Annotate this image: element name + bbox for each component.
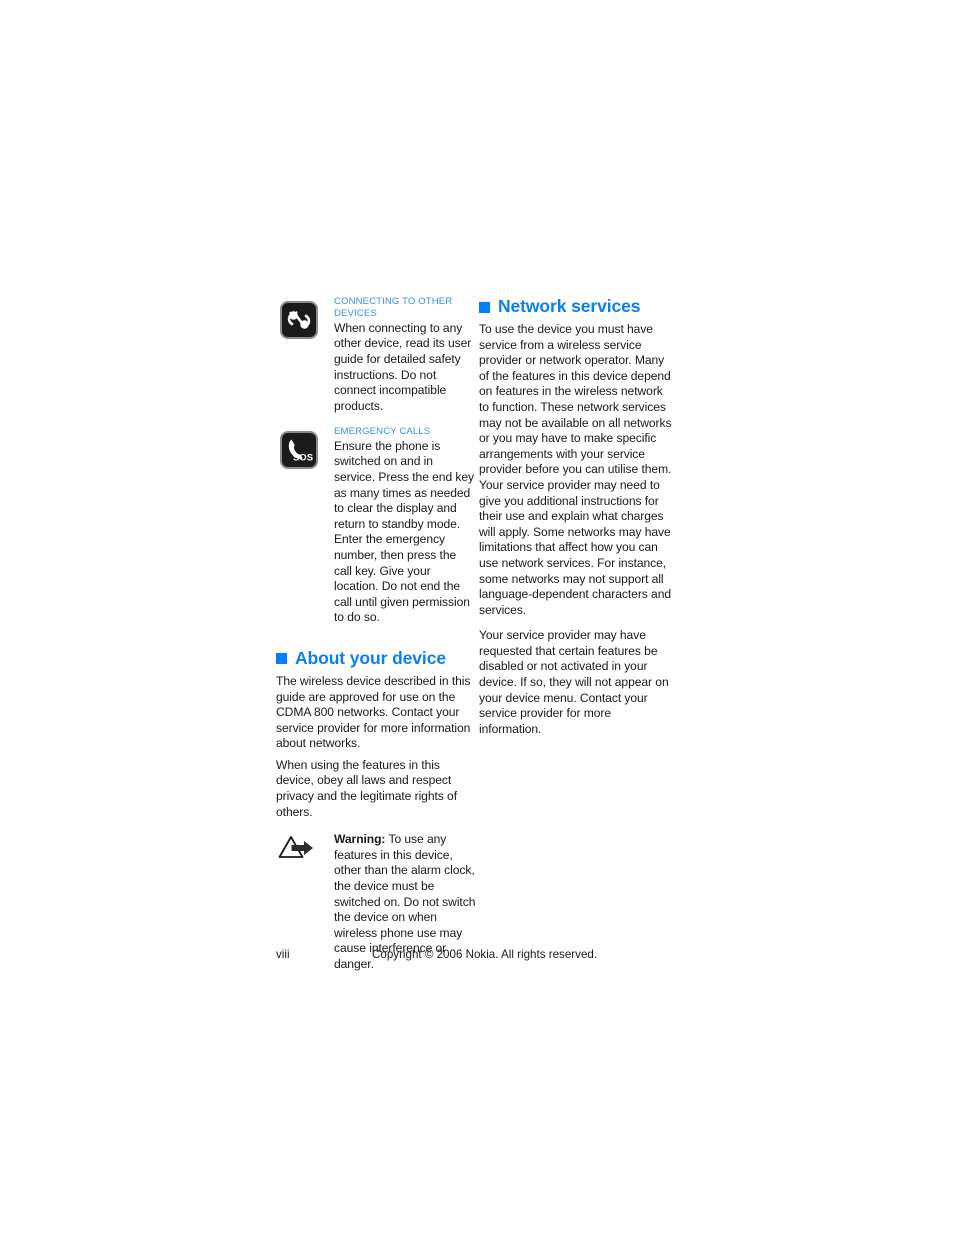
note-connecting-to-other-devices: CONNECTING TO OTHER DEVICES When connect…: [276, 296, 476, 414]
heading-text: About your device: [295, 647, 446, 668]
about-paragraph-1: The wireless device described in this gu…: [276, 673, 471, 751]
right-column: Network services To use the device you m…: [479, 296, 675, 737]
about-paragraph-2: When using the features in this device, …: [276, 757, 457, 819]
heading-network-services: Network services: [479, 296, 675, 316]
square-bullet-icon: [479, 301, 490, 313]
connector-plug-icon: [280, 301, 318, 339]
note-label: CONNECTING TO OTHER DEVICES: [334, 296, 453, 320]
left-column: CONNECTING TO OTHER DEVICES When connect…: [276, 296, 476, 973]
note-emergency-calls: SOS EMERGENCY CALLS Ensure the phone is …: [276, 426, 476, 626]
sos-handset-icon: SOS: [280, 431, 318, 470]
note-label: EMERGENCY CALLS: [334, 426, 431, 438]
square-bullet-icon: [276, 653, 287, 665]
svg-text:SOS: SOS: [293, 453, 313, 464]
network-paragraph-2: Your service provider may have requested…: [479, 628, 669, 736]
warning-triangle-arrow-icon: [278, 835, 320, 861]
network-paragraph-1: To use the device you must have service …: [479, 322, 672, 617]
heading-about-your-device: About your device: [276, 648, 476, 668]
warning-lead: Warning:: [334, 832, 386, 847]
note-body: When connecting to any other device, rea…: [334, 320, 472, 413]
note-body: Ensure the phone is switched on and in s…: [334, 438, 475, 625]
page-number: viii: [276, 948, 290, 961]
manual-page: CONNECTING TO OTHER DEVICES When connect…: [0, 0, 954, 1235]
copyright-notice: Copyright © 2006 Nokia. All rights reser…: [372, 948, 598, 961]
heading-text: Network services: [498, 296, 641, 316]
